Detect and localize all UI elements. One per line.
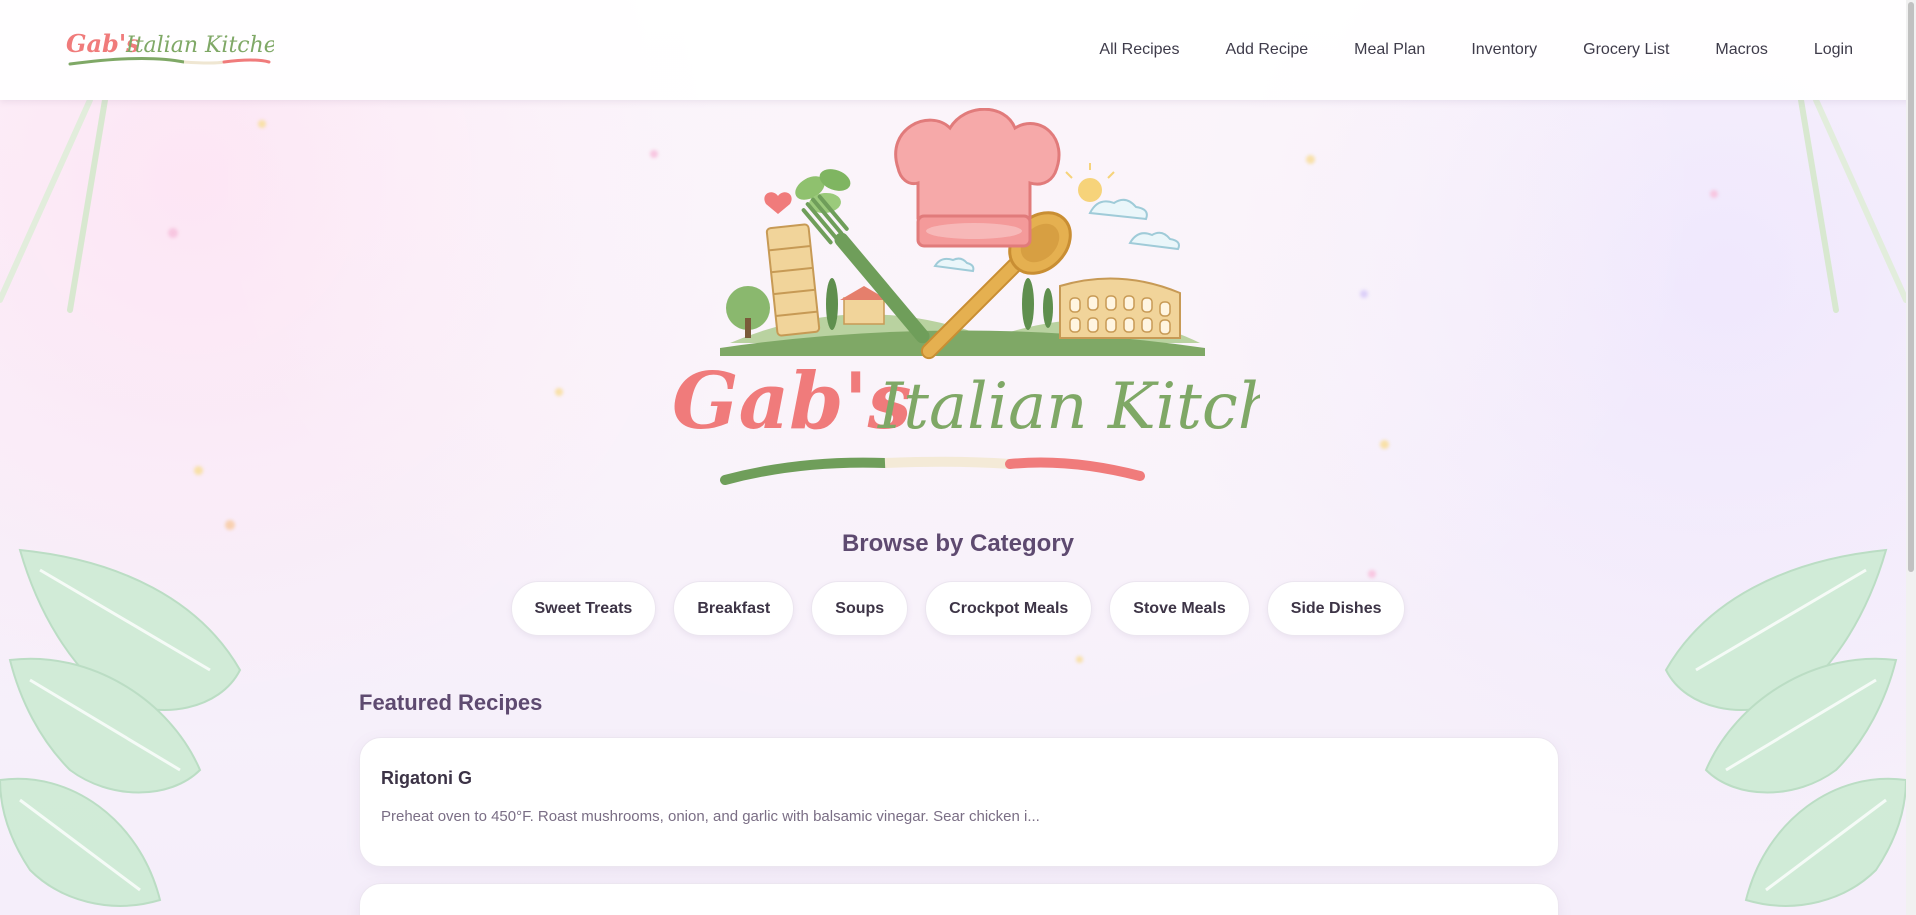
category-crockpot-meals[interactable]: Crockpot Meals bbox=[925, 581, 1093, 636]
sparkle bbox=[1306, 155, 1315, 164]
sparkle bbox=[225, 520, 235, 530]
brand-logo[interactable]: Gab's Italian Kitchen bbox=[64, 18, 274, 74]
category-list: Sweet Treats Breakfast Soups Crockpot Me… bbox=[0, 581, 1916, 636]
scrollbar[interactable] bbox=[1906, 0, 1916, 915]
nav-add-recipe[interactable]: Add Recipe bbox=[1202, 41, 1331, 59]
recipe-title: Rigatoni G bbox=[381, 768, 472, 788]
sparkle bbox=[1360, 290, 1368, 298]
category-breakfast[interactable]: Breakfast bbox=[673, 581, 795, 636]
sparkle bbox=[650, 150, 658, 158]
category-soups[interactable]: Soups bbox=[811, 581, 909, 636]
nav-inventory[interactable]: Inventory bbox=[1448, 41, 1560, 59]
scrollbar-thumb[interactable] bbox=[1908, 2, 1914, 572]
hero-logo-part2: Italian Kitchen bbox=[877, 370, 1260, 444]
colosseum-icon bbox=[1059, 277, 1181, 339]
site-header: Gab's Italian Kitchen All Recipes Add Re… bbox=[0, 0, 1916, 100]
hero-logo-part1: Gab's bbox=[672, 356, 911, 447]
sparkle bbox=[555, 388, 563, 396]
recipe-description: Preheat oven to 450°F. Roast mushrooms, … bbox=[381, 808, 1040, 825]
sparkle bbox=[194, 466, 203, 475]
brand-name-part2: Italian Kitchen bbox=[125, 33, 274, 58]
heart-icon bbox=[764, 192, 792, 214]
nav-macros[interactable]: Macros bbox=[1692, 41, 1790, 59]
sparkle bbox=[258, 120, 266, 128]
bamboo-decoration-right bbox=[1798, 100, 1906, 313]
sparkle bbox=[1380, 440, 1389, 449]
nav-grocery-list[interactable]: Grocery List bbox=[1560, 41, 1692, 59]
basil-icon bbox=[795, 169, 851, 214]
nav-meal-plan[interactable]: Meal Plan bbox=[1331, 41, 1448, 59]
recipe-card[interactable] bbox=[359, 883, 1559, 915]
sparkle bbox=[1710, 190, 1718, 198]
category-sweet-treats[interactable]: Sweet Treats bbox=[510, 581, 657, 636]
category-stove-meals[interactable]: Stove Meals bbox=[1109, 581, 1250, 636]
category-side-dishes[interactable]: Side Dishes bbox=[1266, 581, 1406, 636]
nav-all-recipes[interactable]: All Recipes bbox=[1076, 41, 1202, 59]
sparkle bbox=[1368, 570, 1376, 578]
main-nav: All Recipes Add Recipe Meal Plan Invento… bbox=[1076, 0, 1876, 100]
pisa-tower-icon bbox=[765, 223, 821, 337]
recipe-card[interactable]: Rigatoni G Preheat oven to 450°F. Roast … bbox=[359, 737, 1559, 867]
featured-heading: Featured Recipes bbox=[359, 690, 543, 715]
hero-logo: Gab's Italian Kitchen bbox=[672, 108, 1260, 485]
nav-login[interactable]: Login bbox=[1791, 41, 1876, 59]
bamboo-decoration-left bbox=[0, 100, 108, 313]
sparkle bbox=[1076, 656, 1083, 663]
sparkle bbox=[168, 228, 178, 238]
categories-heading: Browse by Category bbox=[841, 530, 1075, 557]
